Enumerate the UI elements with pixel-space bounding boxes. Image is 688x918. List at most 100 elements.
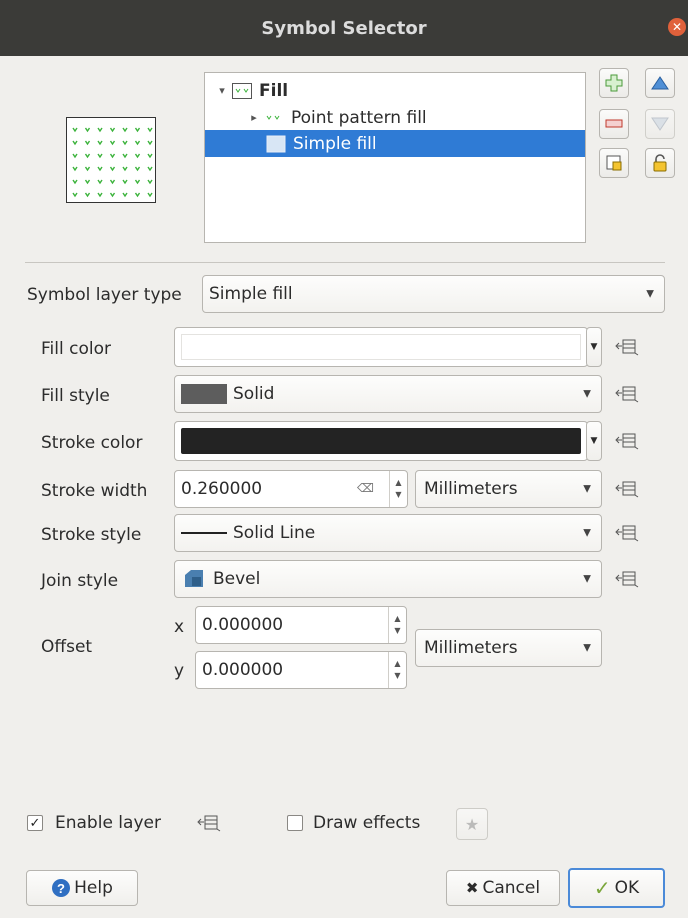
stroke-width-label: Stroke width — [41, 481, 148, 501]
fill-style-label: Fill style — [41, 386, 110, 406]
triangle-down-icon — [651, 117, 669, 131]
offset-label: Offset — [41, 637, 93, 657]
offset-y-label: y — [174, 661, 185, 681]
tree-item-fill[interactable]: ▾ Fill — [213, 77, 288, 104]
data-defined-override-icon[interactable] — [614, 568, 642, 590]
stroke-color-dropdown[interactable]: ▼ — [586, 421, 602, 461]
spin-down-icon[interactable]: ▼ — [394, 670, 400, 682]
stroke-color-label: Stroke color — [41, 433, 143, 453]
point-pattern-preview — [72, 127, 153, 198]
spin-buttons[interactable]: ▲ ▼ — [388, 652, 406, 688]
solid-line-icon — [181, 532, 227, 534]
close-icon[interactable]: ✕ — [668, 18, 686, 36]
ok-button[interactable]: ✓ OK — [568, 868, 665, 908]
check-icon: ✓ — [29, 815, 41, 831]
ok-label: OK — [614, 878, 640, 898]
data-defined-override-icon[interactable] — [614, 522, 642, 544]
stroke-color-button[interactable] — [174, 421, 588, 461]
expand-arrow-icon[interactable]: ▾ — [213, 84, 231, 97]
add-layer-button[interactable] — [599, 68, 629, 98]
effects-settings-button[interactable]: ★ — [456, 808, 488, 840]
stroke-width-unit-value: Millimeters — [424, 479, 518, 499]
fill-style-combo[interactable]: Solid ▼ — [174, 375, 602, 413]
triangle-up-icon — [651, 76, 669, 90]
star-icon: ★ — [464, 814, 480, 834]
offset-x-input[interactable]: 0.000000 ▲ ▼ — [195, 606, 407, 644]
symbol-layer-tree[interactable]: ▾ Fill ▸ Point pattern fill Simple fill — [204, 72, 586, 243]
spin-up-icon[interactable]: ▲ — [394, 613, 400, 625]
help-button[interactable]: ? Help — [26, 870, 138, 906]
cancel-button[interactable]: ✖ Cancel — [446, 870, 560, 906]
checkmark-icon: ✓ — [593, 876, 611, 900]
offset-unit-combo[interactable]: Millimeters ▼ — [415, 629, 602, 667]
data-defined-override-icon[interactable] — [196, 812, 224, 834]
spin-down-icon[interactable]: ▼ — [395, 489, 401, 501]
fill-style-value: Solid — [233, 384, 275, 404]
plus-icon — [605, 74, 623, 92]
simple-fill-icon — [265, 135, 287, 152]
data-defined-override-icon[interactable] — [614, 430, 642, 452]
fill-color-label: Fill color — [41, 339, 111, 359]
lock-icon — [653, 154, 667, 172]
symbol-preview — [66, 117, 156, 203]
offset-x-value: 0.000000 — [202, 615, 284, 635]
chevron-down-icon: ▼ — [583, 573, 591, 585]
chevron-down-icon: ▼ — [583, 527, 591, 539]
chevron-down-icon: ▼ — [583, 388, 591, 400]
fill-pattern-icon — [231, 82, 253, 99]
stroke-style-combo[interactable]: Solid Line ▼ — [174, 514, 602, 552]
offset-y-input[interactable]: 0.000000 ▲ ▼ — [195, 651, 407, 689]
spin-up-icon[interactable]: ▲ — [395, 477, 401, 489]
fill-color-swatch — [181, 334, 581, 360]
title-bar: Symbol Selector — [0, 0, 688, 56]
stroke-width-value: 0.260000 — [181, 479, 263, 499]
separator — [25, 262, 665, 263]
spin-buttons[interactable]: ▲ ▼ — [388, 607, 406, 643]
data-defined-override-icon[interactable] — [614, 383, 642, 405]
duplicate-icon — [606, 155, 622, 171]
tree-item-label: Simple fill — [293, 133, 377, 154]
chevron-down-icon: ▼ — [590, 342, 598, 352]
tree-item-label: Point pattern fill — [291, 107, 427, 128]
tree-item-point-pattern-fill[interactable]: ▸ Point pattern fill — [245, 104, 427, 131]
join-style-value: Bevel — [213, 569, 261, 589]
symbol-layer-type-value: Simple fill — [209, 284, 293, 304]
lock-color-button[interactable] — [645, 148, 675, 178]
spin-down-icon[interactable]: ▼ — [394, 625, 400, 637]
collapse-arrow-icon[interactable]: ▸ — [245, 111, 263, 124]
symbol-layer-type-combo[interactable]: Simple fill ▼ — [202, 275, 665, 313]
fill-color-dropdown[interactable]: ▼ — [586, 327, 602, 367]
draw-effects-label: Draw effects — [313, 813, 421, 833]
tree-item-simple-fill[interactable]: Simple fill — [205, 130, 585, 157]
chevron-down-icon: ▼ — [583, 642, 591, 654]
data-defined-override-icon[interactable] — [614, 336, 642, 358]
chevron-down-icon: ▼ — [590, 436, 598, 446]
window-title: Symbol Selector — [261, 17, 427, 39]
symbol-layer-type-label: Symbol layer type — [27, 285, 182, 305]
offset-y-value: 0.000000 — [202, 660, 284, 680]
stroke-style-label: Stroke style — [41, 525, 142, 545]
stroke-width-input[interactable]: 0.260000 ⌫ ▲ ▼ — [174, 470, 408, 508]
spin-buttons[interactable]: ▲ ▼ — [389, 471, 407, 507]
fill-color-button[interactable] — [174, 327, 588, 367]
stroke-style-value: Solid Line — [233, 523, 316, 543]
clear-icon[interactable]: ⌫ — [357, 481, 374, 495]
chevron-down-icon: ▼ — [646, 288, 654, 300]
enable-layer-checkbox[interactable]: ✓ — [27, 815, 43, 831]
offset-unit-value: Millimeters — [424, 638, 518, 658]
move-down-button[interactable] — [645, 109, 675, 139]
remove-layer-button[interactable] — [599, 109, 629, 139]
move-up-button[interactable] — [645, 68, 675, 98]
minus-icon — [605, 119, 623, 128]
duplicate-layer-button[interactable] — [599, 148, 629, 178]
join-style-combo[interactable]: Bevel ▼ — [174, 560, 602, 598]
solid-fill-swatch-icon — [181, 384, 227, 404]
svg-text:?: ? — [57, 881, 65, 896]
stroke-color-swatch — [181, 428, 581, 454]
spin-up-icon[interactable]: ▲ — [394, 658, 400, 670]
stroke-width-unit-combo[interactable]: Millimeters ▼ — [415, 470, 602, 508]
join-style-label: Join style — [41, 571, 119, 591]
draw-effects-checkbox[interactable] — [287, 815, 303, 831]
data-defined-override-icon[interactable] — [614, 478, 642, 500]
tree-item-label: Fill — [259, 80, 289, 101]
